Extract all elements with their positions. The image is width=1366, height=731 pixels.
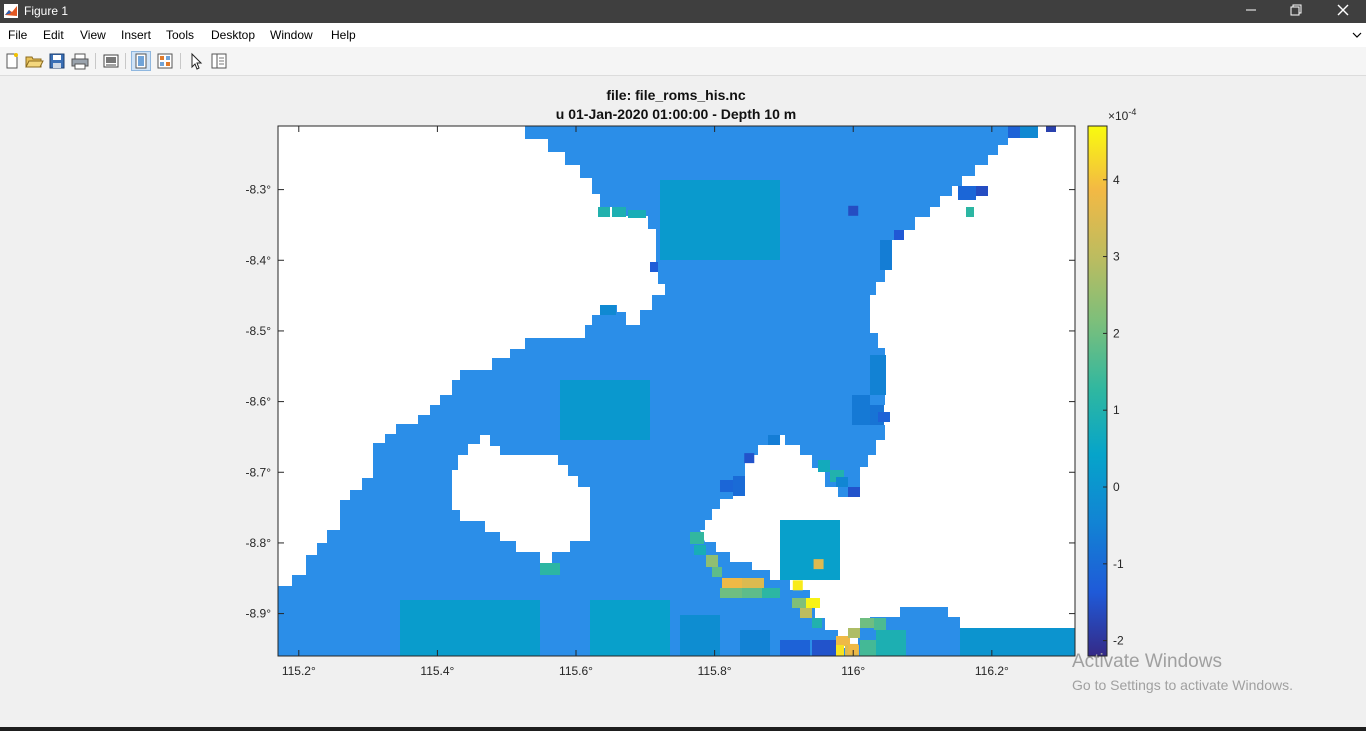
data-cell <box>690 532 704 544</box>
heatmap-chart[interactable]: 115.2° 115.4° 115.6° 115.8° 116° 116.2° -8.3°… <box>0 0 1366 731</box>
data-cell <box>762 588 780 598</box>
y-tick-label: -8.4° <box>246 253 272 267</box>
colorbar-tick-label: 2 <box>1113 326 1120 340</box>
x-tick-label: 116° <box>841 664 865 678</box>
data-cell <box>612 207 626 217</box>
data-cell <box>742 578 764 588</box>
data-cell <box>880 240 892 270</box>
data-cell <box>598 207 610 217</box>
data-point <box>792 580 803 591</box>
data-cell <box>1046 126 1056 132</box>
data-cell <box>733 476 745 496</box>
data-cell <box>806 598 820 608</box>
window-bottom-border <box>0 727 1366 731</box>
data-cell <box>706 555 718 567</box>
colorbar-tick-label: 3 <box>1113 250 1120 264</box>
data-cell <box>836 636 850 646</box>
data-cell <box>540 563 560 575</box>
data-cell <box>860 640 876 656</box>
y-tick-label: -8.5° <box>246 324 272 338</box>
data-point <box>848 205 859 216</box>
x-tick-label: 115.6° <box>559 664 593 678</box>
colorbar-tick-label: 4 <box>1113 173 1120 187</box>
data-cell <box>722 578 742 588</box>
data-cell <box>812 618 822 628</box>
data-cell <box>1008 126 1020 138</box>
data-point <box>813 559 824 570</box>
data-cell <box>660 180 780 260</box>
data-cell <box>720 588 742 598</box>
data-cell <box>712 567 722 577</box>
data-cell <box>876 630 906 656</box>
colorbar[interactable] <box>1087 125 1108 657</box>
data-cell <box>742 588 762 598</box>
y-tick-label: -8.8° <box>246 536 272 550</box>
y-tick-label: -8.7° <box>246 465 272 479</box>
data-cell <box>400 600 540 656</box>
data-cell <box>740 630 770 656</box>
data-cell <box>958 186 976 200</box>
colorbar-exponent: ×10-4 <box>1108 107 1136 123</box>
data-cell <box>874 618 886 630</box>
x-tick-label: 115.2° <box>282 664 316 678</box>
data-cell <box>848 487 860 497</box>
y-tick-label: -8.6° <box>246 395 272 409</box>
data-cell <box>836 477 848 487</box>
data-cell <box>680 615 720 656</box>
data-cell <box>590 600 670 656</box>
x-tick-label: 115.4° <box>420 664 454 678</box>
colorbar-tick-label: -2 <box>1113 634 1124 648</box>
data-cell <box>792 598 806 608</box>
data-cell <box>600 305 616 315</box>
data-cell <box>852 395 870 425</box>
data-cell <box>628 210 646 218</box>
data-cell <box>780 520 840 580</box>
data-cell <box>694 545 706 555</box>
data-cell <box>966 207 974 217</box>
data-cell <box>650 262 658 272</box>
land-mask <box>1055 126 1075 138</box>
y-tick-label: -8.9° <box>246 607 272 621</box>
x-tick-label: 115.8° <box>698 664 732 678</box>
data-cell <box>960 628 1075 656</box>
activate-windows-title: Activate Windows <box>1072 651 1222 672</box>
y-tick-label: -8.3° <box>246 183 272 197</box>
data-cell <box>780 640 810 656</box>
data-cell <box>976 186 988 196</box>
data-cell <box>848 628 860 638</box>
data-cell <box>818 460 830 472</box>
data-cell <box>720 480 734 492</box>
data-cell <box>812 640 836 656</box>
data-cell <box>1020 126 1038 138</box>
data-cell <box>894 230 904 240</box>
x-tick-label: 116.2° <box>975 664 1009 678</box>
data-point <box>744 453 755 464</box>
data-cell <box>560 380 650 440</box>
activate-windows-subtitle: Go to Settings to activate Windows. <box>1072 677 1293 693</box>
colorbar-tick-label: 0 <box>1113 480 1120 494</box>
heatmap-plot-area <box>278 126 1075 656</box>
data-cell <box>860 618 874 628</box>
colorbar-tick-label: -1 <box>1113 557 1124 571</box>
data-cell <box>768 435 780 445</box>
data-cell <box>878 412 890 422</box>
data-cell <box>870 355 886 395</box>
colorbar-tick-label: 1 <box>1113 403 1120 417</box>
data-cell <box>800 608 812 618</box>
